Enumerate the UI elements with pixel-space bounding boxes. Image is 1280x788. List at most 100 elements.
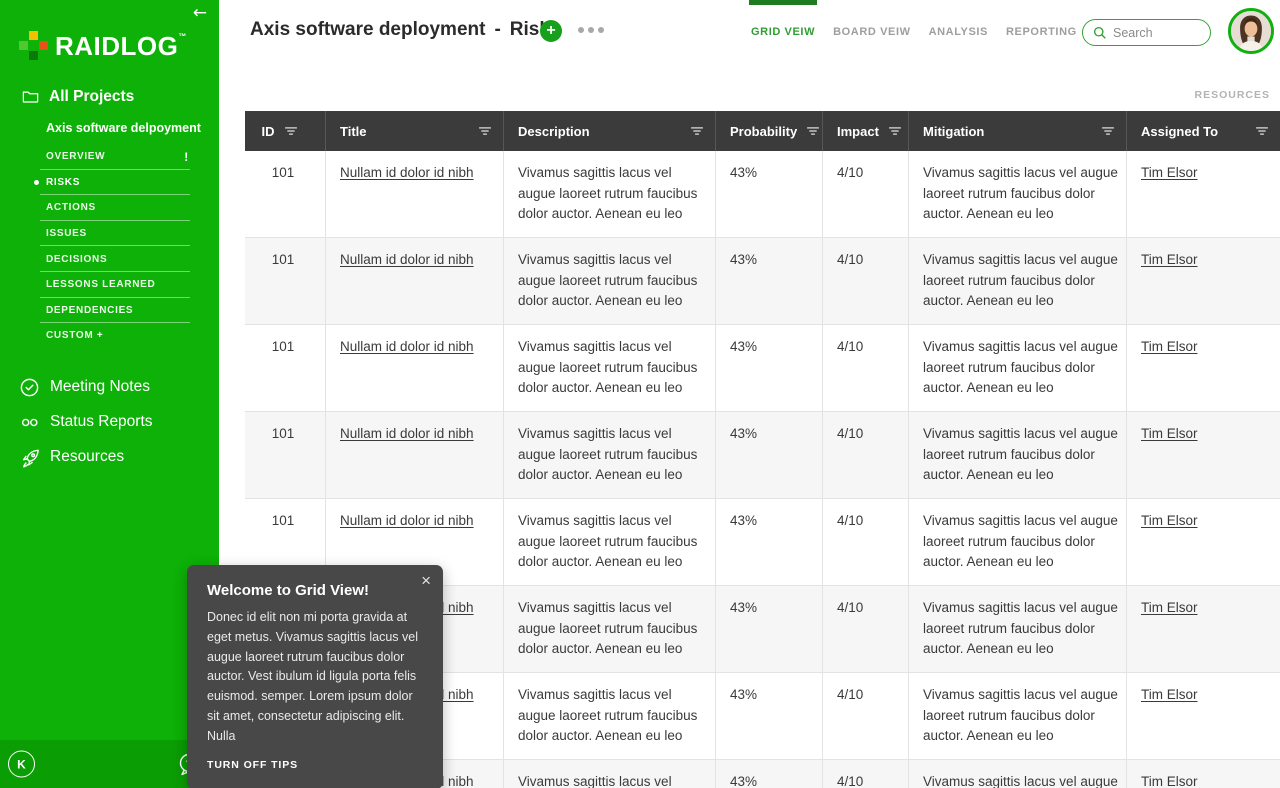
cell-assigned-to: Tim Elsor: [1126, 238, 1280, 324]
cell-title: Nullam id dolor id nibh: [325, 238, 503, 324]
cell-mitigation: Vivamus sagittis lacus vel augue laoreet…: [908, 238, 1126, 324]
assignee-link[interactable]: Tim Elsor: [1141, 687, 1198, 702]
cell-description: Vivamus sagittis lacus vel augue laoreet…: [503, 586, 715, 672]
menu-label: CUSTOM +: [46, 330, 103, 341]
cell-description: Vivamus sagittis lacus vel augue laoreet…: [503, 412, 715, 498]
sidebar-item-custom[interactable]: CUSTOM +: [0, 323, 219, 349]
filter-icon[interactable]: [689, 123, 705, 139]
column-header-assigned-to[interactable]: Assigned To: [1126, 111, 1280, 151]
menu-label: RISKS: [46, 177, 80, 188]
sidebar-item-decisions[interactable]: DECISIONS: [0, 246, 219, 272]
assignee-link[interactable]: Tim Elsor: [1141, 513, 1198, 528]
tooltip-body: Donec id elit non mi porta gravida at eg…: [207, 608, 423, 746]
search-box: [1082, 19, 1211, 46]
assignee-link[interactable]: Tim Elsor: [1141, 339, 1198, 354]
tab-board-veiw[interactable]: BOARD VEIW: [833, 0, 911, 64]
table-row[interactable]: 101 Nullam id dolor id nibh Vivamus sagitt…: [245, 412, 1280, 499]
cell-mitigation: Vivamus sagittis lacus vel augue laoreet…: [908, 760, 1126, 788]
sidebar-item-issues[interactable]: ISSUES: [0, 221, 219, 247]
column-header-description[interactable]: Description: [503, 111, 715, 151]
cell-probability: 43%: [715, 325, 822, 411]
link-label: Resources: [50, 448, 124, 466]
sidebar-item-risks[interactable]: RISKS: [0, 170, 219, 196]
brand-logo: RAIDLOG™: [19, 31, 219, 60]
assignee-link[interactable]: Tim Elsor: [1141, 252, 1198, 267]
table-row[interactable]: 101Nullam id dolor id nibhVivamus sagitt…: [245, 238, 1280, 325]
tab-analysis[interactable]: ANALYSIS: [929, 0, 988, 64]
avatar[interactable]: [1228, 8, 1274, 54]
cell-assigned-to: Tim Elsor: [1126, 499, 1280, 585]
menu-label: OVERVIEW: [46, 151, 105, 162]
alert-badge: !: [184, 150, 189, 164]
column-header-probability[interactable]: Probability: [715, 111, 822, 151]
menu-label: DECISIONS: [46, 254, 107, 265]
resources-label[interactable]: RESOURCES: [1194, 89, 1270, 101]
all-projects-label: All Projects: [49, 88, 134, 106]
filter-icon[interactable]: [805, 123, 821, 139]
sidebar-item-meeting-notes[interactable]: Meeting Notes: [0, 370, 219, 405]
sidebar-item-resources[interactable]: Resources: [0, 440, 219, 475]
filter-icon[interactable]: [1254, 123, 1270, 139]
cell-mitigation: Vivamus sagittis lacus vel augue laoreet…: [908, 325, 1126, 411]
cell-impact: 4/10: [822, 586, 908, 672]
table-row[interactable]: 101 Nullam id dolor id nibh Vivamus sagitt…: [245, 325, 1280, 412]
column-header-mitigation[interactable]: Mitigation: [908, 111, 1126, 151]
cell-id: 101: [245, 412, 325, 498]
cell-description: Vivamus sagittis lacus vel augue laoreet…: [503, 760, 715, 788]
active-bullet-icon: [34, 180, 39, 185]
sidebar-item-status-reports[interactable]: Status Reports: [0, 405, 219, 440]
assignee-link[interactable]: Tim Elsor: [1141, 600, 1198, 615]
column-header-id[interactable]: ID: [245, 111, 325, 151]
raidlog-squares-icon: [19, 31, 48, 60]
close-icon[interactable]: ×: [421, 572, 431, 589]
column-header-impact[interactable]: Impact: [822, 111, 908, 151]
app-window: ← RAIDLOG™ All Projects Axis software de…: [0, 0, 1280, 788]
cell-title: Nullam id dolor id nibh: [325, 151, 503, 237]
turn-off-tips-button[interactable]: TURN OFF TIPS: [207, 759, 423, 771]
title-link[interactable]: Nullam id dolor id nibh: [340, 252, 474, 267]
cell-assigned-to: Tim Elsor: [1126, 151, 1280, 237]
filter-icon[interactable]: [887, 123, 903, 139]
sidebar-project-name[interactable]: Axis software delpoyment: [46, 121, 219, 135]
filter-icon[interactable]: [283, 123, 299, 139]
page-title: Axis software deployment-Risks: [250, 19, 560, 41]
cell-title: Nullam id dolor id nibh: [325, 325, 503, 411]
search-input[interactable]: [1113, 26, 1202, 40]
folder-icon: [21, 87, 40, 106]
link-label: Meeting Notes: [50, 378, 150, 396]
menu-label: ISSUES: [46, 228, 87, 239]
status-circles-icon: [19, 412, 40, 433]
cell-impact: 4/10: [822, 325, 908, 411]
cell-id: 101: [245, 325, 325, 411]
tab-grid-veiw[interactable]: GRID VEIW: [751, 0, 815, 64]
assignee-link[interactable]: Tim Elsor: [1141, 774, 1198, 788]
assignee-link[interactable]: Tim Elsor: [1141, 426, 1198, 441]
sidebar-item-dependencies[interactable]: DEPENDENCIES: [0, 298, 219, 324]
cell-impact: 4/10: [822, 760, 908, 788]
title-link[interactable]: Nullam id dolor id nibh: [340, 339, 474, 354]
cell-description: Vivamus sagittis lacus vel augue laoreet…: [503, 499, 715, 585]
column-header-title[interactable]: Title: [325, 111, 503, 151]
title-link[interactable]: Nullam id dolor id nibh: [340, 426, 474, 441]
avatar-photo: [1231, 11, 1271, 51]
sidebar-item-overview[interactable]: OVERVIEW!: [0, 144, 219, 170]
title-link[interactable]: Nullam id dolor id nibh: [340, 513, 474, 528]
cell-probability: 43%: [715, 412, 822, 498]
cell-probability: 43%: [715, 499, 822, 585]
filter-icon[interactable]: [1100, 123, 1116, 139]
sidebar-item-lessons-learned[interactable]: LESSONS LEARNED: [0, 272, 219, 298]
title-link[interactable]: Nullam id dolor id nibh: [340, 165, 474, 180]
user-initial-badge[interactable]: K: [8, 751, 35, 778]
sidebar-item-actions[interactable]: ACTIONS: [0, 195, 219, 221]
cell-probability: 43%: [715, 586, 822, 672]
filter-icon[interactable]: [477, 123, 493, 139]
sidebar-collapse-icon[interactable]: ←: [193, 3, 207, 23]
add-risk-button[interactable]: +: [540, 20, 562, 42]
table-row[interactable]: 101Nullam id dolor id nibhVivamus sagitt…: [245, 151, 1280, 238]
cell-description: Vivamus sagittis lacus vel augue laoreet…: [503, 325, 715, 411]
tab-reporting[interactable]: REPORTING: [1006, 0, 1077, 64]
menu-label: LESSONS LEARNED: [46, 279, 155, 290]
assignee-link[interactable]: Tim Elsor: [1141, 165, 1198, 180]
sidebar-item-all-projects[interactable]: All Projects: [21, 87, 219, 106]
more-options-icon[interactable]: [578, 27, 604, 33]
